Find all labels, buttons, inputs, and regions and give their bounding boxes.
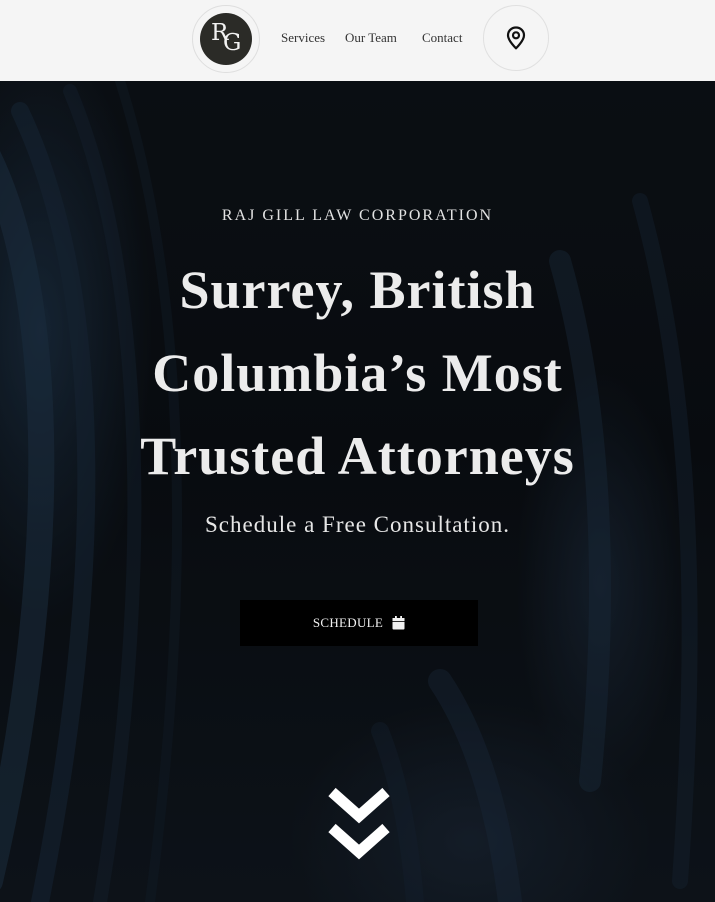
- hero-subheadline: Schedule a Free Consultation.: [205, 512, 510, 537]
- calendar-icon: [392, 616, 405, 630]
- site-header: R G Services Our Team Contact: [0, 0, 715, 81]
- map-pin-icon: [506, 26, 526, 50]
- nav-services-link[interactable]: Services: [281, 30, 325, 46]
- nav-contact-link[interactable]: Contact: [422, 30, 462, 46]
- schedule-button-label: SCHEDULE: [312, 615, 384, 630]
- headline-line-2: Columbia’s Most: [152, 343, 563, 403]
- hero-headline: Surrey, British Columbia’s Most Trusted …: [0, 249, 715, 498]
- schedule-button[interactable]: SCHEDULE: [240, 600, 478, 646]
- hero-section: RAJ GILL LAW CORPORATION Surrey, British…: [0, 81, 715, 902]
- logo-letter-g: G: [223, 30, 242, 56]
- logo-link[interactable]: R G: [192, 5, 260, 73]
- logo-mark: R G: [200, 13, 252, 65]
- headline-line-1: Surrey, British: [179, 260, 536, 320]
- double-chevron-down-icon: [328, 787, 390, 860]
- firm-name: RAJ GILL LAW CORPORATION: [221, 207, 494, 224]
- nav-our-team-link[interactable]: Our Team: [345, 30, 397, 46]
- headline-line-3: Trusted Attorneys: [140, 426, 575, 486]
- scroll-down-button[interactable]: [328, 784, 390, 860]
- location-button[interactable]: [483, 5, 549, 71]
